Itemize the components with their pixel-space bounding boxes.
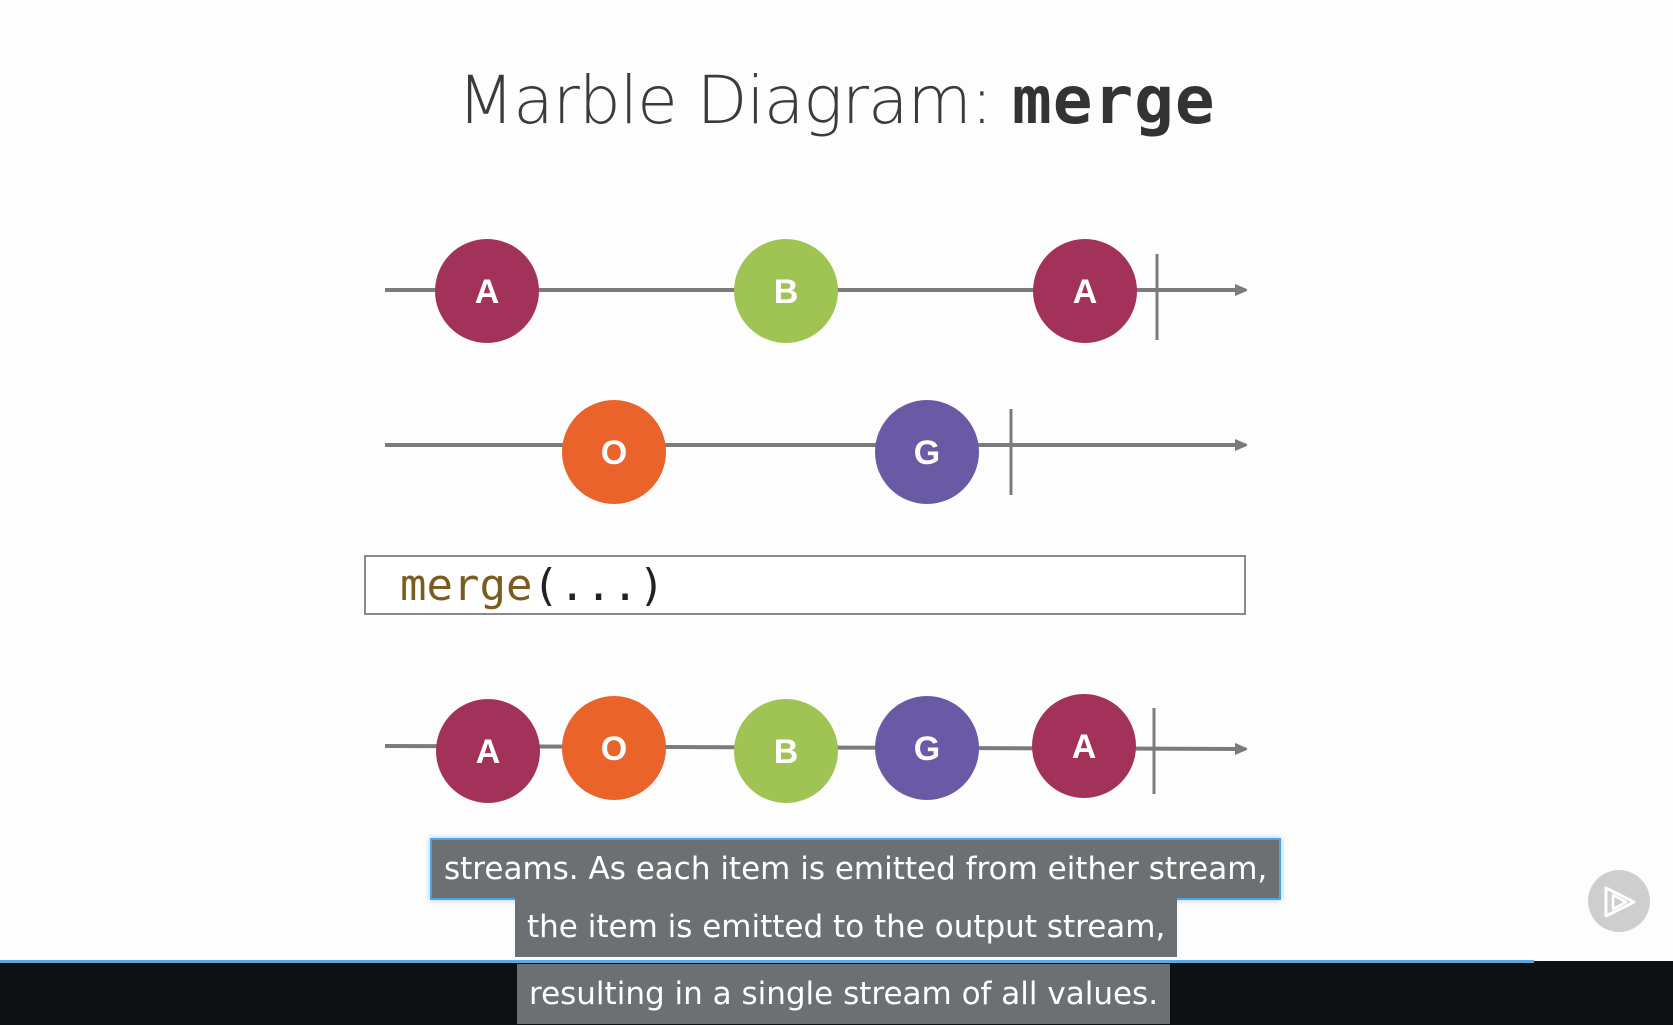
marble: A	[436, 699, 540, 803]
marble: B	[734, 239, 838, 343]
marble-label: O	[601, 434, 627, 472]
play-icon	[1604, 886, 1636, 918]
play-button[interactable]	[1588, 870, 1650, 932]
marble: A	[1032, 694, 1136, 798]
input-stream-2: O G	[385, 400, 1245, 504]
marble: O	[562, 696, 666, 800]
marble-label: A	[476, 733, 501, 771]
marble-label: A	[475, 273, 500, 311]
marble: G	[875, 400, 979, 504]
marble-label: A	[1073, 273, 1098, 311]
caption-line-2: the item is emitted to the output stream…	[515, 897, 1178, 957]
marble-label: B	[774, 273, 799, 311]
operator-box: merge(...)	[364, 555, 1246, 615]
output-stream: A O B G A	[384, 694, 1245, 803]
marble-label: G	[914, 730, 940, 768]
slide: Marble Diagram: merge A B A O G A O B G …	[0, 0, 1673, 961]
marble-label: B	[774, 733, 799, 771]
progress-bar[interactable]	[0, 960, 1535, 963]
marble: A	[1033, 239, 1137, 343]
marble: B	[734, 699, 838, 803]
marble-label: A	[1072, 728, 1097, 766]
operator-args: (...)	[532, 560, 665, 611]
marble: A	[435, 239, 539, 343]
marble-label: G	[914, 434, 940, 472]
caption-line-3: resulting in a single stream of all valu…	[517, 964, 1171, 1024]
marble: O	[562, 400, 666, 504]
caption-line-1: streams. As each item is emitted from ei…	[430, 838, 1282, 900]
marble-label: O	[601, 730, 627, 768]
operator-name: merge	[400, 560, 533, 611]
marble-diagram: A B A O G A O B G A	[384, 239, 1673, 803]
input-stream-1: A B A	[385, 239, 1245, 343]
marble: G	[875, 696, 979, 800]
